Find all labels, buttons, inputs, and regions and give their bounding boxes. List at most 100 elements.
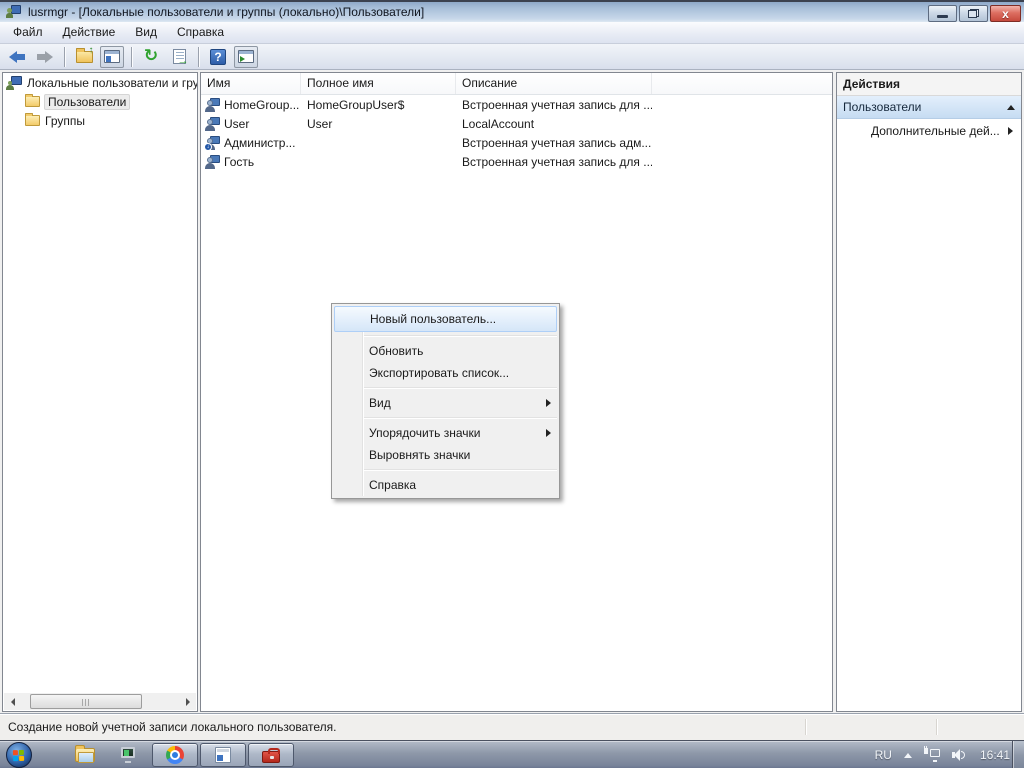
console-tree-icon <box>104 50 120 63</box>
back-button[interactable] <box>5 46 29 68</box>
tree-item-groups[interactable]: Группы <box>3 111 197 130</box>
menu-item-refresh[interactable]: Обновить <box>332 340 559 362</box>
table-row[interactable]: ↓Администр... Встроенная учетная запись … <box>201 133 832 152</box>
menu-view[interactable]: Вид <box>125 22 167 43</box>
app-icon <box>6 5 22 20</box>
folder-icon <box>25 115 40 126</box>
forward-button[interactable] <box>33 46 57 68</box>
menu-separator <box>364 417 557 418</box>
table-row[interactable]: Гость Встроенная учетная запись для ... <box>201 152 832 171</box>
menu-item-label: Новый пользователь... <box>370 309 556 330</box>
collapse-arrow-icon[interactable] <box>1007 105 1015 110</box>
menu-item-view[interactable]: Вид <box>332 392 559 414</box>
disabled-badge-icon: ↓ <box>204 143 212 150</box>
list-header: Имя Полное имя Описание <box>201 73 832 95</box>
network-icon[interactable] <box>924 748 940 762</box>
menu-separator <box>364 387 557 388</box>
menu-item-label: Выровнять значки <box>369 445 559 466</box>
language-indicator[interactable]: RU <box>875 748 892 762</box>
minimize-button[interactable] <box>928 5 957 22</box>
restore-icon <box>968 9 979 18</box>
tree-item-users-label: Пользователи <box>44 94 130 110</box>
scrollbar-thumb[interactable] <box>30 694 142 709</box>
clock[interactable]: 16:41 <box>980 748 1010 762</box>
table-row[interactable]: HomeGroup... HomeGroupUser$ Встроенная у… <box>201 95 832 114</box>
show-desktop-button[interactable] <box>1012 741 1024 768</box>
user-icon <box>205 117 220 131</box>
close-button[interactable]: x <box>990 5 1021 22</box>
actions-panel: Действия Пользователи Дополнительные дей… <box>836 72 1022 712</box>
mmc-window-icon <box>215 747 231 763</box>
scroll-left-arrow[interactable] <box>4 693 21 710</box>
menu-item-label: Обновить <box>369 341 559 362</box>
show-action-pane-button[interactable] <box>234 46 258 68</box>
restore-button[interactable] <box>959 5 988 22</box>
status-bar: Создание новой учетной записи локального… <box>0 713 1024 740</box>
hidden-icons-arrow[interactable] <box>904 753 912 758</box>
user-name: User <box>224 117 249 131</box>
tree-item-groups-label: Группы <box>45 114 85 128</box>
user-name: Гость <box>224 155 254 169</box>
forward-icon <box>37 51 53 63</box>
tree-item-users[interactable]: Пользователи <box>3 92 197 111</box>
help-icon: ? <box>210 49 226 65</box>
user-fullname: User <box>301 117 456 131</box>
submenu-arrow-icon <box>1008 127 1013 135</box>
window-title: lusrmgr - [Локальные пользователи и груп… <box>28 5 424 19</box>
menu-item-arrange-icons[interactable]: Упорядочить значки <box>332 422 559 444</box>
taskbar-computer-button[interactable] <box>113 744 143 766</box>
export-list-icon <box>173 49 186 64</box>
column-header-fullname[interactable]: Полное имя <box>301 73 456 94</box>
user-icon <box>205 98 220 112</box>
taskbar-mmc-button[interactable] <box>200 743 246 767</box>
toolbar-separator <box>198 47 199 67</box>
menu-item-help[interactable]: Справка <box>332 474 559 496</box>
taskbar-admin-tools-button[interactable] <box>248 743 294 767</box>
actions-item-more[interactable]: Дополнительные дей... <box>837 119 1021 143</box>
menu-item-label: Экспортировать список... <box>369 363 559 384</box>
menu-item-new-user[interactable]: Новый пользователь... <box>334 306 557 332</box>
menu-help[interactable]: Справка <box>167 22 234 43</box>
user-name: HomeGroup... <box>224 98 299 112</box>
back-icon <box>9 51 25 63</box>
table-row[interactable]: User User LocalAccount <box>201 114 832 133</box>
column-header-description[interactable]: Описание <box>456 73 652 94</box>
start-button[interactable] <box>6 742 32 768</box>
horizontal-scrollbar[interactable] <box>4 693 196 710</box>
column-header-name[interactable]: Имя <box>201 73 301 94</box>
user-icon <box>205 155 220 169</box>
user-description: Встроенная учетная запись для ... <box>456 155 652 169</box>
actions-section-users[interactable]: Пользователи <box>837 96 1021 119</box>
refresh-button[interactable]: ↻ <box>139 46 163 68</box>
scroll-right-arrow[interactable] <box>179 693 196 710</box>
toolbar-separator <box>131 47 132 67</box>
menu-item-line-up-icons[interactable]: Выровнять значки <box>332 444 559 466</box>
refresh-icon: ↻ <box>144 48 158 65</box>
minimize-icon <box>937 15 948 18</box>
tree-root-item[interactable]: Локальные пользователи и гру <box>3 73 197 92</box>
show-console-tree-button[interactable] <box>100 46 124 68</box>
explorer-folder-icon <box>75 748 95 762</box>
menu-item-export-list[interactable]: Экспортировать список... <box>332 362 559 384</box>
local-users-groups-icon <box>6 76 22 90</box>
menu-file[interactable]: Файл <box>3 22 53 43</box>
help-button[interactable]: ? <box>206 46 230 68</box>
up-one-level-button[interactable] <box>72 46 96 68</box>
taskbar: RU 16:41 <box>0 740 1024 768</box>
taskbar-chrome-button[interactable] <box>152 743 198 767</box>
status-separator <box>936 719 937 735</box>
up-folder-icon <box>76 51 93 63</box>
volume-icon[interactable] <box>952 748 968 762</box>
menu-item-label: Вид <box>369 393 546 414</box>
user-description: Встроенная учетная запись для ... <box>456 98 652 112</box>
export-list-button[interactable] <box>167 46 191 68</box>
taskbar-explorer-button[interactable] <box>70 744 100 766</box>
actions-item-label: Дополнительные дей... <box>871 119 1000 143</box>
submenu-arrow-icon <box>546 399 551 407</box>
menu-bar: Файл Действие Вид Справка <box>0 22 1024 44</box>
desktop: lusrmgr - [Локальные пользователи и груп… <box>0 0 1024 768</box>
menu-action[interactable]: Действие <box>53 22 126 43</box>
menu-separator <box>364 469 557 470</box>
action-pane-icon <box>238 50 254 63</box>
computer-monitor-icon <box>119 747 137 763</box>
